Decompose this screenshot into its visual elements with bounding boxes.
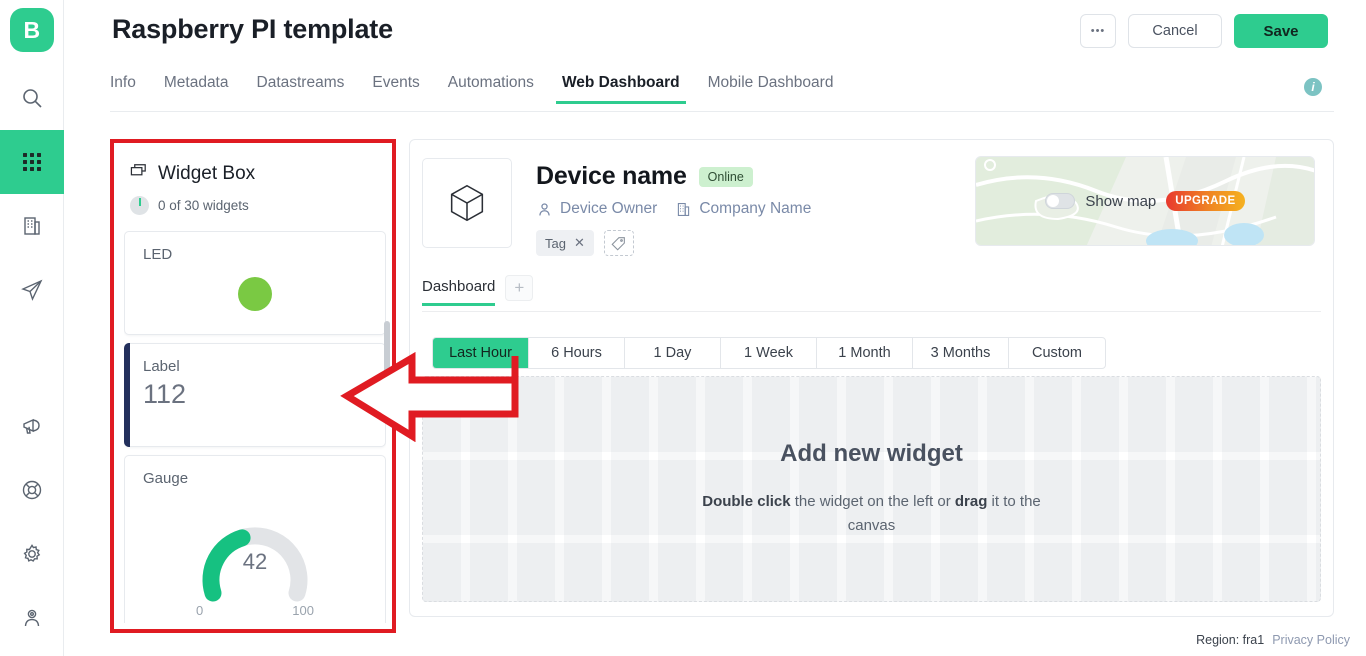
info-icon[interactable]: i: [1304, 78, 1322, 96]
device-map-card[interactable]: Show map UPGRADE: [975, 156, 1315, 246]
device-info: Device name Online Device Owner Company …: [536, 158, 811, 256]
save-button[interactable]: Save: [1234, 14, 1328, 48]
left-rail: B: [0, 0, 64, 656]
hint-bold-drag: drag: [954, 493, 988, 510]
gauge-value: 42: [242, 549, 268, 574]
widget-card-led[interactable]: LED: [124, 231, 386, 335]
gauge-graphic: 42: [187, 493, 323, 609]
sidebar-item-messages[interactable]: [0, 258, 64, 322]
tag-remove-icon[interactable]: ✕: [574, 235, 585, 251]
widget-box-title: Widget Box: [158, 162, 256, 184]
dashboard-panel: Device name Online Device Owner Company …: [409, 139, 1334, 617]
company-building-icon: [678, 202, 690, 216]
widget-label-title: Label: [143, 358, 180, 375]
time-range-selector: Last Hour 6 Hours 1 Day 1 Week 1 Month 3…: [432, 337, 1106, 369]
search-icon[interactable]: [0, 66, 64, 130]
tag-chip[interactable]: Tag ✕: [536, 230, 594, 256]
device-name-row: Device name Online: [536, 162, 811, 191]
cube-icon: [450, 184, 484, 222]
add-dashboard-tab-button[interactable]: +: [505, 275, 534, 301]
canvas-empty-state: Add new widget Double click the widget o…: [423, 377, 1320, 601]
app-logo[interactable]: B: [9, 8, 54, 52]
device-meta: Device Owner Company Name: [536, 200, 811, 218]
tab-datastreams[interactable]: Datastreams: [243, 74, 359, 103]
widget-box-icon: [130, 161, 149, 186]
sidebar-item-companies[interactable]: [0, 194, 64, 258]
widget-box-header: Widget Box 0 of 30 widgets: [114, 143, 392, 215]
header-actions: ••• Cancel Save: [1080, 14, 1328, 48]
privacy-policy-link[interactable]: Privacy Policy: [1272, 633, 1350, 647]
widget-box-counter: 0 of 30 widgets: [158, 198, 249, 213]
device-thumbnail[interactable]: [422, 158, 512, 248]
megaphone-icon: [22, 418, 40, 434]
widget-box-counter-row: 0 of 30 widgets: [130, 196, 376, 215]
widget-box-panel: Widget Box 0 of 30 widgets LED Label 112…: [110, 139, 396, 633]
region-label: Region: fra1: [1196, 633, 1265, 647]
show-map-label: Show map: [1085, 192, 1157, 210]
dashboard-tab[interactable]: Dashboard: [422, 278, 496, 306]
sidebar-item-settings[interactable]: [0, 522, 64, 586]
widget-list-scrollbar[interactable]: [384, 321, 390, 413]
sidebar-item-devices[interactable]: [0, 130, 64, 194]
show-map-toggle[interactable]: [1045, 193, 1076, 209]
building-icon: [23, 217, 40, 235]
cancel-button[interactable]: Cancel: [1128, 14, 1222, 48]
canvas-empty-hint: Double click the widget on the left or d…: [682, 490, 1062, 538]
footer: Region: fra1 Privacy Policy: [1196, 633, 1350, 647]
add-tag-button[interactable]: [603, 230, 634, 256]
tab-events[interactable]: Events: [358, 74, 433, 103]
more-options-button[interactable]: •••: [1080, 14, 1116, 48]
canvas-empty-title: Add new widget: [780, 440, 963, 467]
led-indicator-icon: [238, 277, 272, 311]
person-icon: [539, 202, 550, 216]
widget-count-ring-icon: [130, 196, 149, 215]
hint-bold-doubleclick: Double click: [702, 493, 791, 510]
range-last-hour[interactable]: Last Hour: [433, 338, 529, 368]
range-1-week[interactable]: 1 Week: [721, 338, 817, 368]
main-tabs: Info Metadata Datastreams Events Automat…: [110, 74, 1334, 112]
tab-metadata[interactable]: Metadata: [150, 74, 243, 103]
tab-web-dashboard[interactable]: Web Dashboard: [548, 74, 694, 104]
range-1-month[interactable]: 1 Month: [817, 338, 913, 368]
widget-list[interactable]: LED Label 112 Gauge 42 0 100: [124, 231, 386, 623]
range-3-months[interactable]: 3 Months: [913, 338, 1009, 368]
page-title: Raspberry PI template: [112, 14, 393, 44]
company-link[interactable]: Company Name: [675, 200, 811, 218]
widget-card-gauge[interactable]: Gauge 42 0 100: [124, 455, 386, 623]
widget-label-value: 112: [143, 379, 187, 409]
tab-mobile-dashboard[interactable]: Mobile Dashboard: [694, 74, 848, 103]
device-owner-label: Device Owner: [560, 200, 658, 217]
sidebar-item-announcements[interactable]: [0, 394, 64, 458]
widget-gauge-title: Gauge: [143, 470, 189, 487]
life-ring-icon: [22, 480, 41, 500]
gear-icon: [23, 544, 40, 562]
range-1-day[interactable]: 1 Day: [625, 338, 721, 368]
apps-grid-icon: [22, 153, 41, 171]
upgrade-badge[interactable]: UPGRADE: [1166, 191, 1245, 211]
hint-mid: the widget on the left or: [790, 493, 955, 510]
tag-label: Tag: [545, 235, 566, 251]
tag-icon: [611, 236, 626, 251]
sidebar-item-account[interactable]: [0, 586, 64, 650]
app-root: B Raspberry PI template ••• Cancel Save …: [0, 0, 1366, 656]
widget-led-title: LED: [143, 246, 173, 263]
widget-canvas[interactable]: Add new widget Double click the widget o…: [422, 376, 1321, 602]
device-tags: Tag ✕: [536, 230, 811, 256]
widget-box-title-row: Widget Box: [130, 161, 376, 186]
user-icon: [24, 609, 39, 627]
status-badge: Online: [698, 166, 753, 187]
device-owner-link[interactable]: Device Owner: [536, 200, 657, 218]
sidebar-item-support[interactable]: [0, 458, 64, 522]
map-overlay: Show map UPGRADE: [976, 157, 1314, 245]
widget-card-label[interactable]: Label 112: [124, 343, 386, 447]
tab-automations[interactable]: Automations: [434, 74, 548, 103]
range-custom[interactable]: Custom: [1009, 338, 1105, 368]
company-label: Company Name: [699, 200, 812, 217]
dashboard-tabs: Dashboard +: [422, 275, 1321, 312]
range-6-hours[interactable]: 6 Hours: [529, 338, 625, 368]
paper-plane-icon: [20, 279, 42, 301]
device-name: Device name: [536, 162, 687, 190]
tab-info[interactable]: Info: [110, 74, 150, 103]
